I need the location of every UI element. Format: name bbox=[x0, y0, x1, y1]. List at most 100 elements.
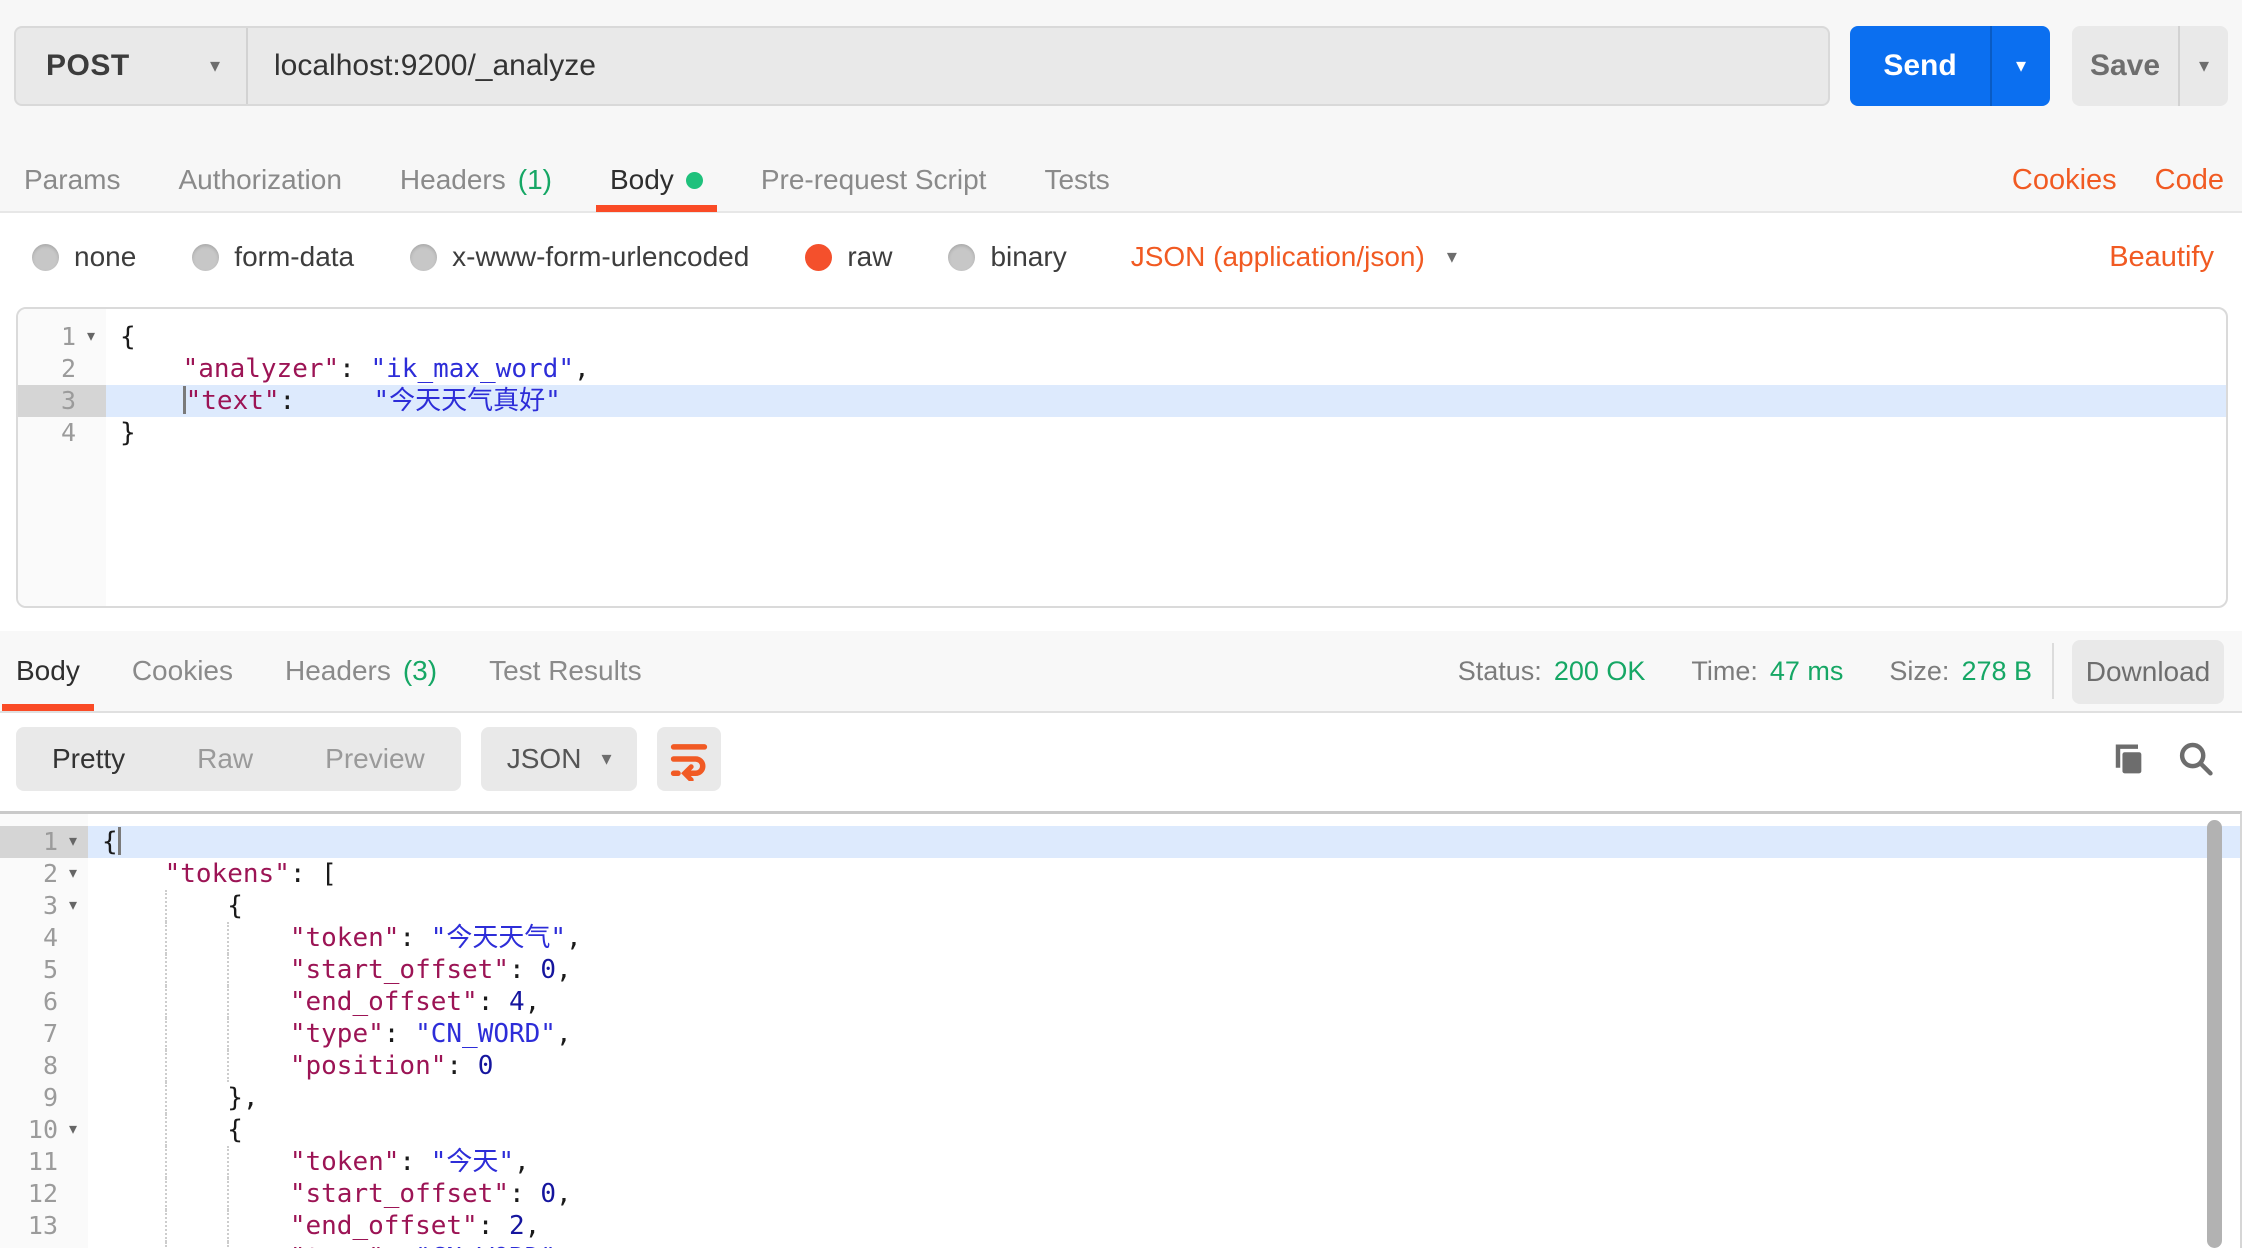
response-tab-cookies[interactable]: Cookies bbox=[132, 631, 233, 711]
code-line-4[interactable]: 4 "token": "今天天气", bbox=[0, 922, 2240, 954]
token: "CN_WORD" bbox=[415, 1243, 556, 1248]
method-label: POST bbox=[46, 49, 130, 82]
code-line-8[interactable]: 8 "position": 0 bbox=[0, 1050, 2240, 1082]
token: : bbox=[279, 386, 374, 416]
tab-label: Tests bbox=[1044, 164, 1110, 195]
response-tabs: Body Cookies Headers (3) Test Results bbox=[2, 631, 642, 711]
token: "end_offset" bbox=[289, 1211, 478, 1241]
indent-guide bbox=[227, 1210, 290, 1242]
radio-icon bbox=[32, 243, 59, 271]
response-tab-test-results[interactable]: Test Results bbox=[489, 631, 642, 711]
token: "CN_WORD" bbox=[415, 1019, 556, 1049]
line-number: 9 bbox=[42, 1083, 58, 1112]
wrap-lines-button[interactable] bbox=[657, 727, 722, 791]
code-line-9[interactable]: 9 }, bbox=[0, 1082, 2240, 1114]
code-line-7[interactable]: 7 "type": "CN_WORD", bbox=[0, 1018, 2240, 1050]
tab-label: Headers bbox=[399, 164, 506, 195]
method-dropdown[interactable]: POST ▾ bbox=[16, 28, 248, 104]
code-line-3[interactable]: 3 "text": "今天天气真好" bbox=[18, 385, 2226, 417]
code-line-5[interactable]: 5 "start_offset": 0, bbox=[0, 954, 2240, 986]
view-mode-pretty[interactable]: Pretty bbox=[16, 727, 161, 791]
view-mode-raw[interactable]: Raw bbox=[161, 727, 289, 791]
body-type-none[interactable]: none bbox=[32, 241, 136, 273]
body-type-binary[interactable]: binary bbox=[948, 241, 1067, 273]
tab-pre-request-script[interactable]: Pre-request Script bbox=[761, 148, 987, 212]
code-line-14[interactable]: 14 "type": "CN_WORD", bbox=[0, 1242, 2240, 1248]
response-body-editor[interactable]: 1 ▾{2 ▾ "tokens": [3 ▾ {4 "token": "今天天气", 5… bbox=[0, 811, 2242, 1248]
line-number: 3 bbox=[42, 891, 58, 920]
code-line-12[interactable]: 12 "start_offset": 0, bbox=[0, 1178, 2240, 1210]
indent-guide bbox=[164, 922, 228, 954]
beautify-link[interactable]: Beautify bbox=[2109, 241, 2214, 274]
code-line-6[interactable]: 6 "end_offset": 4, bbox=[0, 986, 2240, 1018]
fold-toggle-icon[interactable]: ▾ bbox=[58, 890, 88, 922]
radio-icon bbox=[805, 243, 833, 271]
indent-guide bbox=[227, 954, 290, 986]
request-body-editor[interactable]: 1 ▾{2 "analyzer": "ik_max_word", 3 "text":… bbox=[16, 307, 2228, 608]
copy-response-button[interactable] bbox=[2108, 740, 2148, 780]
view-mode-group: Pretty Raw Preview bbox=[16, 727, 461, 791]
line-number: 11 bbox=[27, 1147, 58, 1176]
fold-toggle-icon[interactable]: ▾ bbox=[58, 858, 88, 890]
tab-authorization[interactable]: Authorization bbox=[178, 148, 341, 212]
fold-toggle-icon[interactable]: ▾ bbox=[76, 321, 106, 353]
save-options-button[interactable]: ▾ bbox=[2178, 26, 2228, 106]
token: : bbox=[446, 1051, 478, 1081]
tab-params[interactable]: Params bbox=[24, 148, 120, 212]
response-header: Body Cookies Headers (3) Test Results Status… bbox=[0, 631, 2242, 713]
body-type-form-data[interactable]: form-data bbox=[192, 241, 354, 273]
url-bar: POST ▾ bbox=[14, 26, 1830, 106]
response-format-dropdown[interactable]: JSON ▾ bbox=[480, 727, 638, 791]
tab-body[interactable]: Body bbox=[596, 148, 717, 212]
code-line-11[interactable]: 11 "token": "今天", bbox=[0, 1146, 2240, 1178]
cookies-link[interactable]: Cookies bbox=[2012, 164, 2117, 197]
line-gutter: 5 bbox=[0, 954, 88, 986]
response-tab-body[interactable]: Body bbox=[2, 631, 94, 711]
text-cursor bbox=[117, 827, 121, 855]
view-mode-preview[interactable]: Preview bbox=[289, 727, 461, 791]
send-options-button[interactable]: ▾ bbox=[1990, 26, 2050, 106]
code-content: "type": "CN_WORD", bbox=[88, 1242, 2240, 1248]
body-type-raw[interactable]: raw bbox=[805, 241, 892, 273]
response-tab-headers[interactable]: Headers (3) bbox=[285, 631, 437, 711]
fold-toggle-icon[interactable]: ▾ bbox=[58, 1114, 88, 1146]
search-response-button[interactable] bbox=[2176, 740, 2216, 780]
download-button[interactable]: Download bbox=[2072, 640, 2224, 704]
token: "今天天气" bbox=[430, 923, 567, 953]
body-type-x-www-form-urlencoded[interactable]: x-www-form-urlencoded bbox=[410, 241, 749, 273]
code-line-4[interactable]: 4} bbox=[18, 417, 2226, 449]
tab-label: Pre-request Script bbox=[760, 164, 987, 195]
code-line-1[interactable]: 1 ▾ { bbox=[18, 321, 2226, 353]
token: "text" bbox=[185, 386, 280, 416]
token: 0 bbox=[540, 1179, 556, 1209]
content-type-dropdown[interactable]: JSON (application/json) ▾ bbox=[1131, 241, 1457, 273]
code-link[interactable]: Code bbox=[2155, 164, 2224, 197]
save-button[interactable]: Save bbox=[2072, 26, 2178, 106]
code-line-10[interactable]: 10 ▾ { bbox=[0, 1114, 2240, 1146]
indent-guide bbox=[164, 1210, 228, 1242]
fold-toggle-icon[interactable]: ▾ bbox=[58, 826, 88, 858]
code-line-3[interactable]: 3 ▾ { bbox=[0, 890, 2240, 922]
response-format-label: JSON bbox=[506, 743, 582, 774]
code-line-2[interactable]: 2 "analyzer": "ik_max_word", bbox=[18, 353, 2226, 385]
response-actions bbox=[2108, 740, 2216, 780]
tab-headers[interactable]: Headers (1) bbox=[400, 148, 552, 212]
send-button[interactable]: Send bbox=[1850, 26, 1990, 106]
response-scrollbar[interactable] bbox=[2207, 820, 2222, 1248]
tab-label: Body bbox=[16, 655, 80, 686]
line-number: 8 bbox=[42, 1051, 58, 1080]
token: , bbox=[524, 987, 541, 1017]
code-content: } bbox=[106, 417, 2226, 449]
tab-tests[interactable]: Tests bbox=[1044, 148, 1109, 212]
code-line-13[interactable]: 13 "end_offset": 2, bbox=[0, 1210, 2240, 1242]
line-number: 14 bbox=[0, 1242, 58, 1248]
url-input[interactable] bbox=[248, 28, 1828, 104]
line-gutter: 2 bbox=[18, 353, 106, 385]
code-line-2[interactable]: 2 ▾ "tokens": [ bbox=[0, 858, 2240, 890]
code-line-1[interactable]: 1 ▾ { bbox=[0, 826, 2240, 858]
